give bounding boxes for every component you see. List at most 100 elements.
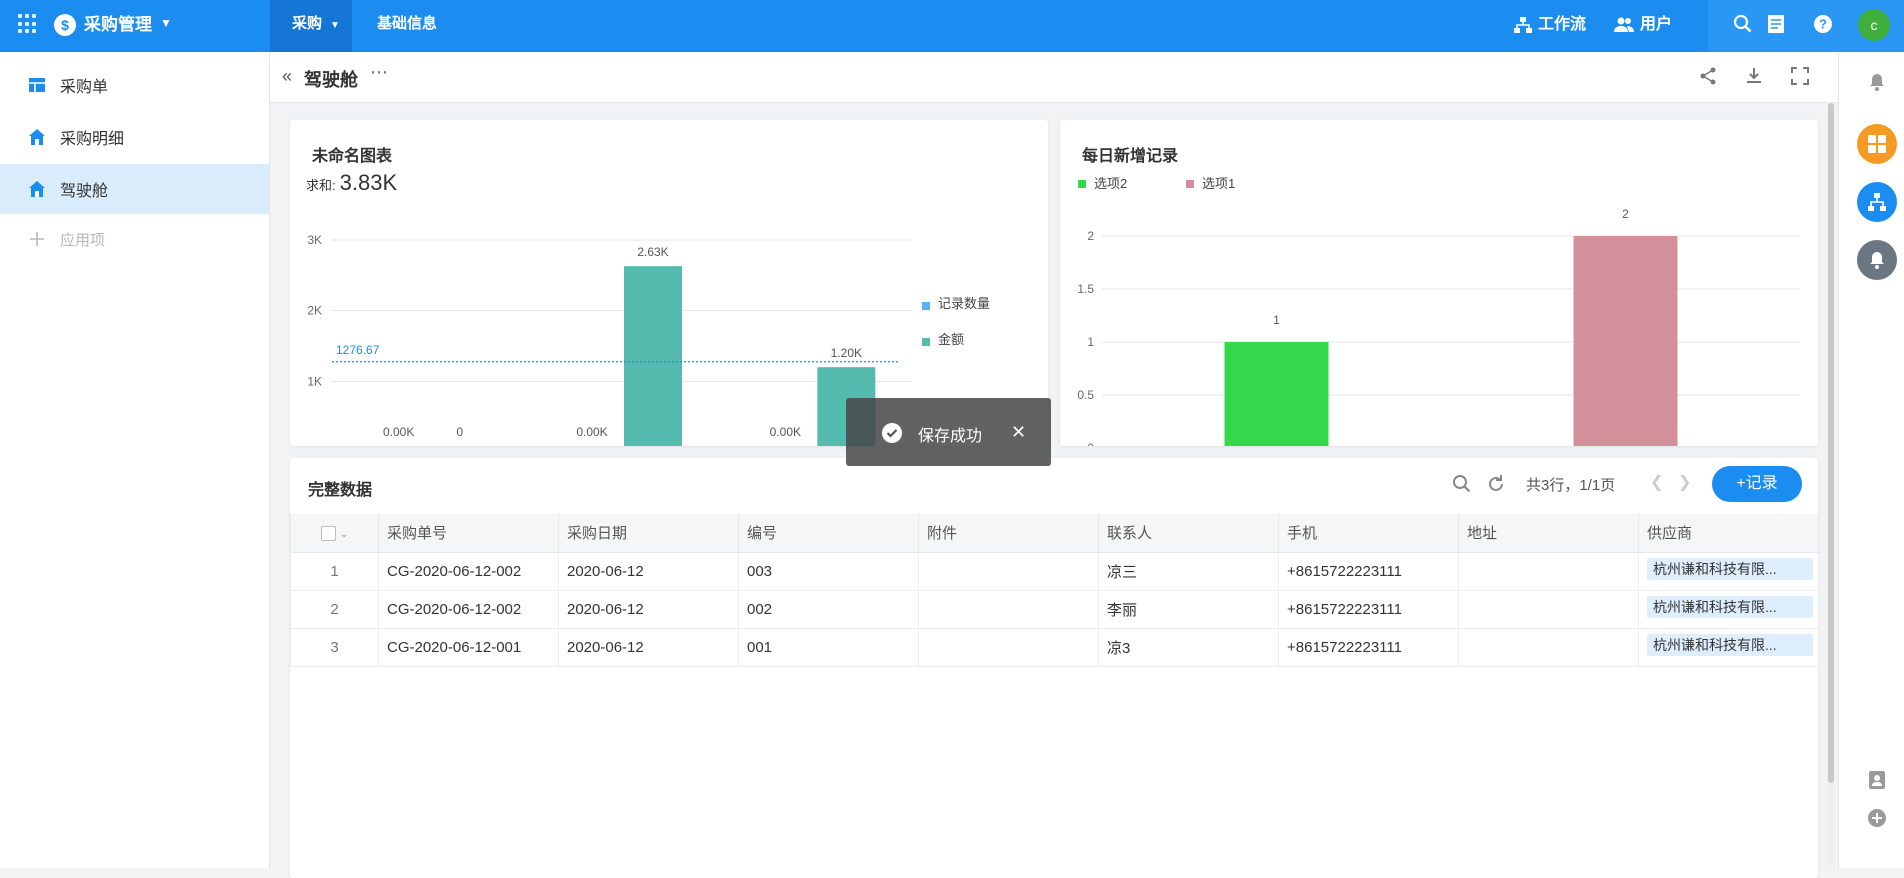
grid-list-icon bbox=[29, 78, 45, 92]
cell-supplier[interactable]: 杭州谦和科技有限... bbox=[1638, 551, 1819, 591]
cell-date[interactable]: 2020-06-12 bbox=[558, 627, 739, 667]
prev-page-icon[interactable]: ❮ bbox=[1650, 472, 1663, 492]
sidebar-add-app-item[interactable]: 应用项 bbox=[0, 214, 269, 264]
save-success-toast: 保存成功 ✕ bbox=[846, 398, 1051, 466]
col-header-address[interactable]: 地址 bbox=[1458, 514, 1639, 553]
table-row[interactable]: 1 CG-2020-06-12-002 2020-06-12 003 凉三 +8… bbox=[290, 551, 1819, 591]
apps-grid-button[interactable] bbox=[1857, 124, 1897, 164]
cell-order-no[interactable]: CG-2020-06-12-002 bbox=[378, 551, 559, 591]
app-grid-icon[interactable] bbox=[18, 14, 38, 34]
page-title: 驾驶舱 bbox=[304, 70, 358, 90]
cell-order-no[interactable]: CG-2020-06-12-002 bbox=[378, 589, 559, 629]
toast-message: 保存成功 bbox=[918, 428, 983, 445]
sidebar-item-label: 采购明细 bbox=[60, 131, 125, 148]
nav-tab-label: 采购 bbox=[292, 15, 323, 32]
org-chart-button[interactable] bbox=[1857, 182, 1897, 222]
sidebar-item-purchase-detail[interactable]: 采购明细 bbox=[0, 112, 269, 162]
legend-swatch bbox=[1078, 180, 1086, 188]
share-icon[interactable] bbox=[1698, 66, 1720, 88]
cell-contact[interactable]: 凉三 bbox=[1098, 551, 1279, 591]
col-header-attachment[interactable]: 附件 bbox=[918, 514, 1099, 553]
col-header-contact[interactable]: 联系人 bbox=[1098, 514, 1279, 553]
fullscreen-icon[interactable] bbox=[1790, 66, 1812, 88]
right-rail bbox=[1838, 52, 1904, 868]
col-header-date[interactable]: 采购日期 bbox=[558, 514, 739, 553]
sidebar-item-purchase-order[interactable]: 采购单 bbox=[0, 60, 269, 110]
cell-attachment[interactable] bbox=[918, 589, 1099, 629]
app-logo-icon: $ bbox=[54, 14, 76, 36]
bell-icon[interactable] bbox=[1867, 72, 1887, 92]
notification-button[interactable] bbox=[1857, 240, 1897, 280]
sidebar-item-cockpit[interactable]: 驾驶舱 bbox=[0, 164, 269, 214]
cell-attachment[interactable] bbox=[918, 551, 1099, 591]
refresh-icon[interactable] bbox=[1486, 474, 1506, 494]
col-header-supplier[interactable]: 供应商 bbox=[1638, 514, 1819, 553]
data-label: 0 bbox=[456, 425, 463, 439]
vertical-scrollbar[interactable] bbox=[1827, 103, 1835, 868]
cell-address[interactable] bbox=[1458, 551, 1639, 591]
legend-swatch bbox=[1186, 180, 1194, 188]
y-tick-label: 2K bbox=[307, 304, 322, 318]
col-header-code[interactable]: 编号 bbox=[738, 514, 919, 553]
data-table-card: 完整数据 共3行，1/1页 ❮ ❯ +记录 ⌄ 采购单号 采购日期 编号 附件 … bbox=[290, 458, 1819, 878]
bar-option bbox=[1224, 342, 1329, 446]
workflow-label: 工作流 bbox=[1538, 16, 1587, 33]
bell-icon bbox=[1870, 252, 1884, 269]
supplier-tag: 杭州谦和科技有限... bbox=[1647, 596, 1813, 618]
legend-label: 金额 bbox=[938, 332, 964, 347]
cell-date[interactable]: 2020-06-12 bbox=[558, 589, 739, 629]
more-icon[interactable]: ⋯ bbox=[370, 62, 388, 83]
nav-tab-basic-info[interactable]: 基础信息 bbox=[377, 0, 437, 52]
cell-supplier[interactable]: 杭州谦和科技有限... bbox=[1638, 589, 1819, 629]
cell-date[interactable]: 2020-06-12 bbox=[558, 551, 739, 591]
add-circle-icon[interactable] bbox=[1867, 808, 1887, 828]
nav-tab-purchase[interactable]: 采购 ▼ bbox=[270, 0, 352, 52]
scrollbar-thumb[interactable] bbox=[1828, 103, 1834, 783]
table-row[interactable]: 3 CG-2020-06-12-001 2020-06-12 001 凉3 +8… bbox=[290, 627, 1819, 667]
cell-supplier[interactable]: 杭州谦和科技有限... bbox=[1638, 627, 1819, 667]
workflow-link[interactable]: 工作流 bbox=[1514, 14, 1586, 36]
cell-contact[interactable]: 李丽 bbox=[1098, 589, 1279, 629]
cell-code[interactable]: 003 bbox=[738, 551, 919, 591]
download-icon[interactable] bbox=[1744, 66, 1766, 88]
cell-address[interactable] bbox=[1458, 627, 1639, 667]
close-icon[interactable]: ✕ bbox=[1011, 422, 1026, 443]
cell-code[interactable]: 002 bbox=[738, 589, 919, 629]
data-label: 2.63K bbox=[637, 245, 668, 259]
cell-code[interactable]: 001 bbox=[738, 627, 919, 667]
app-title[interactable]: 采购管理 bbox=[84, 14, 152, 36]
users-link[interactable]: 用户 bbox=[1614, 14, 1672, 36]
next-page-icon[interactable]: ❯ bbox=[1678, 472, 1691, 492]
cell-contact[interactable]: 凉3 bbox=[1098, 627, 1279, 667]
svg-text:?: ? bbox=[1819, 17, 1827, 32]
data-label: 1 bbox=[1273, 313, 1280, 327]
cell-phone[interactable]: +8615722223111 bbox=[1278, 627, 1459, 667]
users-icon bbox=[1614, 17, 1634, 32]
cell-address[interactable] bbox=[1458, 589, 1639, 629]
search-icon[interactable] bbox=[1452, 474, 1472, 494]
cell-phone[interactable]: +8615722223111 bbox=[1278, 551, 1459, 591]
cell-order-no[interactable]: CG-2020-06-12-001 bbox=[378, 627, 559, 667]
help-icon[interactable]: ? bbox=[1812, 14, 1834, 36]
col-header-order-no[interactable]: 采购单号 bbox=[378, 514, 559, 553]
y-tick-label: 3K bbox=[307, 233, 322, 247]
collapse-left-icon[interactable]: « bbox=[282, 66, 292, 87]
apps-grid-icon bbox=[1868, 135, 1886, 153]
y-tick-label: 1K bbox=[307, 374, 322, 388]
col-header-phone[interactable]: 手机 bbox=[1278, 514, 1459, 553]
legend-swatch bbox=[922, 338, 930, 346]
select-all-checkbox[interactable] bbox=[320, 525, 336, 541]
contact-card-icon[interactable] bbox=[1867, 770, 1887, 790]
chevron-down-icon[interactable]: ▼ bbox=[160, 16, 172, 30]
search-icon[interactable] bbox=[1732, 14, 1754, 36]
user-avatar[interactable]: c bbox=[1858, 9, 1890, 41]
supplier-tag: 杭州谦和科技有限... bbox=[1647, 634, 1813, 656]
chevron-down-icon[interactable]: ⌄ bbox=[340, 529, 348, 540]
table-row[interactable]: 2 CG-2020-06-12-002 2020-06-12 002 李丽 +8… bbox=[290, 589, 1819, 629]
select-all-header[interactable]: ⌄ bbox=[290, 514, 379, 553]
notes-icon[interactable] bbox=[1765, 14, 1787, 36]
cell-phone[interactable]: +8615722223111 bbox=[1278, 589, 1459, 629]
cell-attachment[interactable] bbox=[918, 627, 1099, 667]
add-record-button[interactable]: +记录 bbox=[1712, 466, 1802, 502]
y-tick-label: 0 bbox=[1087, 441, 1094, 446]
